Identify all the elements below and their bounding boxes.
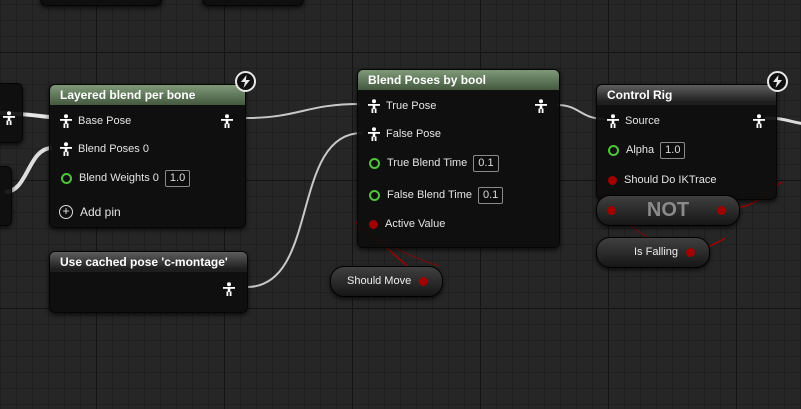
alpha-pin[interactable]: Alpha 1.0: [608, 140, 686, 160]
person-figure-icon: [60, 142, 72, 156]
blend-weights-input[interactable]: 1.0: [164, 169, 191, 187]
output-pose-pin-icon[interactable]: [752, 114, 766, 128]
source-pin[interactable]: Source: [606, 111, 660, 131]
person-figure-icon[interactable]: [2, 111, 16, 125]
should-do-iktrace-pin[interactable]: Should Do IKTrace: [608, 170, 717, 190]
add-pin-button[interactable]: + Add pin: [59, 205, 121, 219]
pin-label: False Blend Time: [387, 189, 472, 201]
control-rig-node[interactable]: Control Rig Source Alpha 1.0 Should Do I…: [596, 84, 777, 200]
not-node[interactable]: NOT: [596, 195, 740, 226]
float-pin-icon: [369, 189, 380, 201]
blend-poses-by-bool-node[interactable]: Blend Poses by bool True Pose False Pose…: [357, 69, 560, 248]
pin-label: True Blend Time: [387, 157, 468, 169]
is-falling-node[interactable]: Is Falling: [596, 237, 710, 268]
use-cached-pose-node[interactable]: Use cached pose 'c-montage': [49, 251, 248, 313]
output-pose-pin-icon[interactable]: [534, 99, 548, 113]
pin-label: Blend Weights 0: [79, 172, 159, 184]
pin-label: Alpha: [626, 144, 655, 156]
pin-label: Active Value: [385, 218, 446, 230]
pin-label: False Pose: [386, 128, 442, 140]
alpha-input[interactable]: 1.0: [660, 141, 686, 159]
offscreen-node-left-1[interactable]: [0, 83, 23, 143]
true-pose-wire: [244, 103, 361, 119]
blend-weights-pin[interactable]: Blend Weights 0 1.0: [61, 168, 191, 188]
float-pin-icon: [61, 172, 72, 184]
true-blend-time-pin[interactable]: True Blend Time 0.1: [369, 153, 499, 173]
true-blend-time-input[interactable]: 0.1: [473, 154, 499, 172]
float-pin-icon: [608, 144, 619, 156]
layered-blend-per-bone-node[interactable]: Layered blend per bone Base Pose Blend P…: [49, 84, 246, 228]
plus-circle-icon: +: [59, 205, 73, 219]
blend-poses-pin[interactable]: Blend Poses 0: [59, 139, 149, 159]
bool-output-pin-icon[interactable]: [717, 206, 726, 215]
false-blend-time-pin[interactable]: False Blend Time 0.1: [369, 185, 504, 205]
should-move-node[interactable]: Should Move: [330, 266, 443, 297]
false-pose-pin[interactable]: False Pose: [367, 124, 441, 144]
is-falling-label: Is Falling: [634, 246, 679, 258]
false-blend-time-input[interactable]: 0.1: [477, 186, 504, 204]
false-pose-wire: [246, 132, 363, 288]
offscreen-node-top-2[interactable]: [202, 0, 304, 6]
pin-label: Base Pose: [78, 115, 132, 127]
graph-canvas[interactable]: Layered blend per bone Base Pose Blend P…: [0, 0, 801, 409]
bool-output-pin-icon[interactable]: [686, 248, 695, 257]
lightning-icon: [767, 71, 788, 92]
offscreen-node-left-2[interactable]: [0, 166, 12, 226]
person-figure-icon: [368, 127, 380, 141]
output-pose-pin-icon[interactable]: [220, 114, 234, 128]
person-figure-icon: [368, 99, 380, 113]
lightning-icon: [235, 71, 256, 92]
active-value-pin[interactable]: Active Value: [369, 214, 445, 234]
person-figure-icon: [607, 114, 619, 128]
float-pin-icon: [369, 157, 380, 169]
pin-label: Blend Poses 0: [78, 143, 149, 155]
person-figure-icon: [60, 114, 72, 128]
pin-label: True Pose: [386, 100, 437, 112]
blend-poses-wire: [4, 146, 53, 194]
bool-output-pin-icon[interactable]: [419, 277, 428, 286]
bool-pin-icon: [608, 175, 617, 185]
output-pose-pin-icon[interactable]: [222, 282, 236, 296]
offscreen-node-top-1[interactable]: [40, 0, 162, 6]
node-title: Control Rig: [597, 85, 776, 105]
true-pose-pin[interactable]: True Pose: [367, 96, 436, 116]
node-title: Blend Poses by bool: [358, 70, 559, 90]
base-pose-pin[interactable]: Base Pose: [59, 111, 131, 131]
node-title: Use cached pose 'c-montage': [50, 252, 247, 272]
bool-pin-icon: [369, 219, 378, 229]
pin-label: Should Do IKTrace: [624, 174, 717, 186]
pin-label: Source: [625, 115, 660, 127]
node-title: Layered blend per bone: [50, 85, 245, 105]
add-pin-label: Add pin: [80, 205, 121, 219]
should-move-label: Should Move: [347, 275, 412, 287]
